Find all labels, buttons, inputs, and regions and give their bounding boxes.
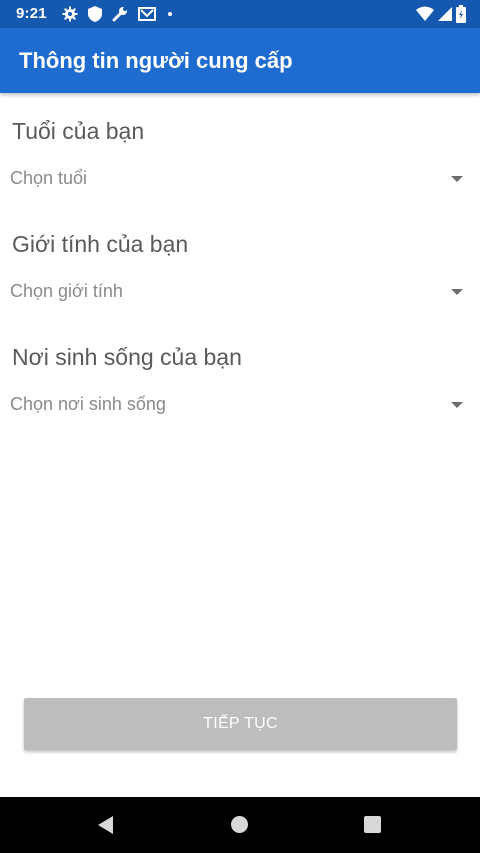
- continue-button-label: TIẾP TỤC: [203, 715, 278, 732]
- gender-dropdown-value: Chọn giới tính: [10, 281, 123, 301]
- status-time: 9:21: [16, 5, 47, 22]
- gender-label: Giới tính của bạn: [12, 231, 189, 257]
- birthplace-dropdown-value: Chọn nơi sinh sống: [10, 394, 166, 414]
- age-dropdown-value: Chọn tuổi: [10, 168, 88, 188]
- back-icon[interactable]: [98, 816, 113, 834]
- continue-button[interactable]: TIẾP TỤC: [24, 698, 457, 750]
- status-notification-icons: [62, 6, 184, 22]
- gender-dropdown[interactable]: Chọn giới tính: [0, 275, 480, 309]
- dropdown-arrow-icon: [451, 402, 463, 408]
- status-system-icons: [412, 5, 466, 23]
- mail-icon: [138, 6, 156, 22]
- recents-icon[interactable]: [364, 816, 381, 833]
- wrench-icon: [112, 6, 128, 22]
- gear-icon: [62, 6, 78, 22]
- shield-icon: [88, 6, 102, 22]
- age-label: Tuổi của bạn: [12, 118, 145, 144]
- birthplace-dropdown[interactable]: Chọn nơi sinh sống: [0, 388, 480, 422]
- app-bar: Thông tin người cung cấp: [0, 28, 480, 93]
- cell-signal-icon: [438, 6, 452, 22]
- dropdown-arrow-icon: [451, 176, 463, 182]
- navigation-bar: [0, 797, 480, 853]
- battery-icon: [456, 5, 466, 23]
- dropdown-arrow-icon: [451, 289, 463, 295]
- wifi-icon: [416, 6, 434, 22]
- status-bar: 9:21: [0, 0, 480, 28]
- page-title: Thông tin người cung cấp: [19, 48, 293, 73]
- home-icon[interactable]: [231, 816, 248, 833]
- birthplace-label: Nơi sinh sống của bạn: [12, 344, 242, 370]
- dot-icon: [166, 6, 174, 22]
- age-dropdown[interactable]: Chọn tuổi: [0, 162, 480, 196]
